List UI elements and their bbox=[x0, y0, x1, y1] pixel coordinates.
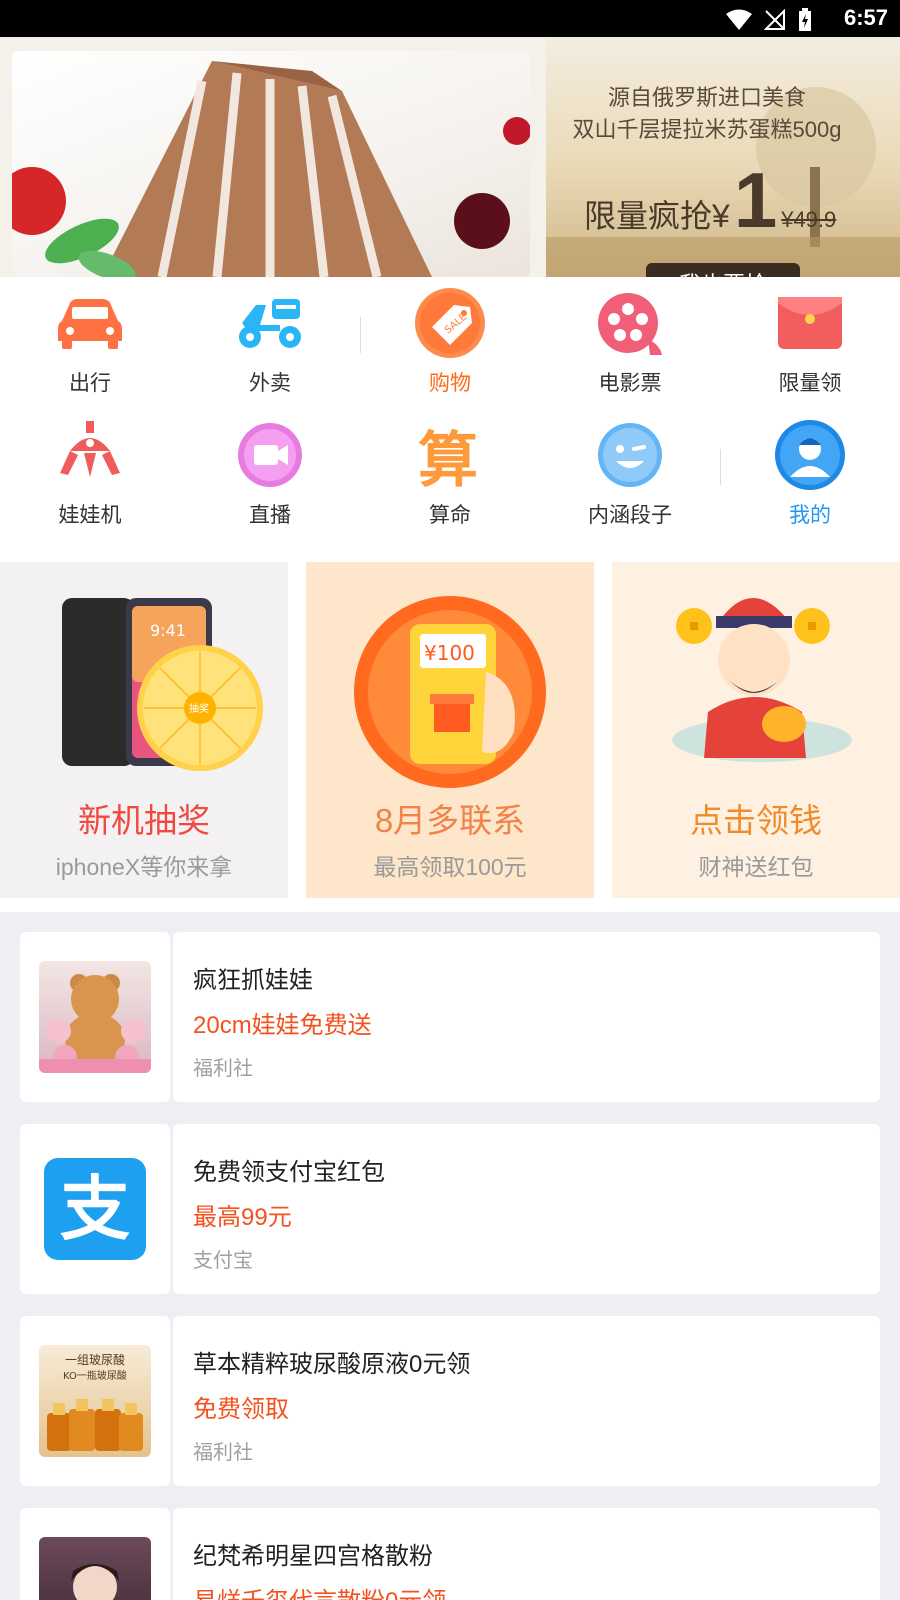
buy-button[interactable]: 我也要抢 bbox=[646, 263, 800, 277]
list-item-highlight: 最高99元 bbox=[193, 1204, 292, 1231]
clock: 6:57 bbox=[843, 5, 888, 30]
list-item-highlight: 20cm娃娃免费送 bbox=[193, 1012, 372, 1039]
celebrity-photo bbox=[39, 1537, 151, 1600]
grid-item-mine[interactable]: 我的 bbox=[720, 419, 900, 529]
svg-text:算: 算 bbox=[418, 426, 478, 489]
list-item-highlight: 易烊千玺代言散粉0元领 bbox=[193, 1581, 880, 1600]
fortune-icon: 算 bbox=[414, 419, 486, 491]
grid-label: 限量领 bbox=[778, 372, 842, 395]
alipay-logo: 支 bbox=[44, 1158, 146, 1260]
wheel-text: 抽奖 bbox=[189, 702, 209, 715]
grid-item-jokes[interactable]: 内涵段子 bbox=[540, 419, 720, 529]
no-signal-icon bbox=[764, 9, 785, 30]
list-item-thumb: 支 bbox=[20, 1124, 170, 1294]
banner-line-1: 源自俄罗斯进口美食 bbox=[607, 85, 806, 110]
promo-subtitle: 财神送红包 bbox=[698, 854, 814, 880]
grid-label: 外卖 bbox=[249, 372, 291, 395]
grid-item-fortune[interactable]: 算 算命 bbox=[360, 419, 540, 529]
old-price: ¥49.9 bbox=[781, 207, 837, 232]
list-item-source: 支付宝 bbox=[193, 1250, 253, 1272]
grid-item-travel[interactable]: 出行 bbox=[0, 287, 180, 397]
battery-charging-icon bbox=[799, 8, 811, 31]
list-item[interactable]: 疯狂抓娃娃 20cm娃娃免费送 福利社 bbox=[20, 932, 880, 1102]
car-icon bbox=[54, 287, 126, 359]
promo-title: 点击领钱 bbox=[690, 802, 822, 839]
list-item-title: 草本精粹玻尿酸原液0元领 bbox=[193, 1351, 471, 1378]
phone-wheel-image: 9:41 抽奖 bbox=[62, 598, 263, 771]
promo-card-lottery[interactable]: 9:41 抽奖 新机抽奖 iphoneX等你来拿 bbox=[0, 562, 288, 898]
grid-label: 出行 bbox=[69, 372, 111, 395]
list-item-title: 疯狂抓娃娃 bbox=[193, 967, 313, 994]
icon-grid: 出行 外卖 SALE 购物 电影票 限量领 娃娃机 直播 算 算命 内涵段子 我… bbox=[0, 277, 900, 562]
promo-subtitle: iphoneX等你来拿 bbox=[55, 854, 233, 880]
promo-card-contact[interactable]: ¥100 8月多联系 最高领取100元 bbox=[306, 562, 594, 898]
grid-item-takeout[interactable]: 外卖 bbox=[180, 287, 360, 397]
status-bar: 6:57 bbox=[0, 0, 900, 37]
list-item-content: 免费领支付宝红包 最高99元 支付宝 bbox=[173, 1124, 880, 1294]
grid-label: 内涵段子 bbox=[588, 504, 672, 527]
list-item-title: 免费领支付宝红包 bbox=[193, 1159, 385, 1186]
list-item-title: 纪梵希明星四宫格散粉 bbox=[193, 1543, 433, 1570]
grid-item-claw-machine[interactable]: 娃娃机 bbox=[0, 419, 180, 529]
scooter-icon bbox=[234, 287, 306, 359]
banner-price: 限量疯抢¥ 1 ¥49.9 bbox=[584, 161, 836, 239]
promo-title: 新机抽奖 bbox=[78, 802, 210, 839]
user-avatar-icon bbox=[774, 419, 846, 491]
grid-label: 电影票 bbox=[598, 372, 662, 395]
list-item-source: 福利社 bbox=[193, 1058, 253, 1080]
grid-label: 购物 bbox=[429, 372, 471, 395]
list-item-highlight: 免费领取 bbox=[193, 1396, 289, 1423]
fortune-god-image bbox=[672, 598, 852, 762]
list-item-content: 草本精粹玻尿酸原液0元领 免费领取 福利社 bbox=[173, 1316, 880, 1486]
grid-item-shopping[interactable]: SALE 购物 bbox=[360, 287, 540, 397]
grid-label: 我的 bbox=[789, 504, 831, 527]
grid-label: 娃娃机 bbox=[58, 504, 122, 527]
promo-banner[interactable]: 源自俄罗斯进口美食 双山千层提拉米苏蛋糕500g 限量疯抢¥ 1 ¥49.9 我… bbox=[0, 37, 900, 277]
coin-phone-image: ¥100 bbox=[354, 596, 546, 788]
promo-cards: 9:41 抽奖 新机抽奖 iphoneX等你来拿 ¥100 8月多联系 最高领取… bbox=[0, 562, 900, 912]
list-item-thumb: 一组玻尿酸 KO一瓶玻尿酸 bbox=[20, 1316, 170, 1486]
red-envelope-icon bbox=[774, 287, 846, 359]
list-item-content: 疯狂抓娃娃 20cm娃娃免费送 福利社 bbox=[173, 932, 880, 1102]
list-item-thumb bbox=[20, 1508, 170, 1600]
phone-time: 9:41 bbox=[150, 621, 186, 640]
smiley-icon bbox=[594, 419, 666, 491]
promo-title: 8月多联系 bbox=[374, 802, 526, 839]
promo-card-money[interactable]: 点击领钱 财神送红包 bbox=[612, 562, 900, 898]
banner-line-2: 双山千层提拉米苏蛋糕500g bbox=[572, 117, 842, 142]
amount-text: ¥100 bbox=[424, 641, 475, 665]
status-icons bbox=[726, 8, 812, 32]
grid-label: 算命 bbox=[429, 504, 471, 527]
grid-label: 直播 bbox=[249, 504, 291, 527]
wifi-icon bbox=[726, 9, 752, 30]
claw-machine-icon bbox=[54, 419, 126, 491]
list-item[interactable]: 纪梵希明星四宫格散粉 易烊千玺代言散粉0元领 bbox=[20, 1508, 880, 1600]
price-label: 限量疯抢¥ bbox=[584, 198, 730, 234]
list-item[interactable]: 支 免费领支付宝红包 最高99元 支付宝 bbox=[20, 1124, 880, 1294]
promo-subtitle: 最高领取100元 bbox=[373, 854, 527, 880]
film-reel-icon bbox=[594, 287, 666, 359]
teddy-bear-photo bbox=[39, 961, 151, 1073]
alipay-logo-text: 支 bbox=[60, 1168, 130, 1250]
price-value: 1 bbox=[733, 156, 778, 244]
cake-photo bbox=[12, 51, 530, 277]
list-item-source: 福利社 bbox=[193, 1442, 253, 1464]
serum-bottles-photo: 一组玻尿酸 KO一瓶玻尿酸 bbox=[39, 1345, 151, 1457]
list-item-content: 纪梵希明星四宫格散粉 易烊千玺代言散粉0元领 bbox=[173, 1508, 880, 1600]
list-item[interactable]: 一组玻尿酸 KO一瓶玻尿酸 草本精粹玻尿酸原液0元领 免费领取 福利社 bbox=[20, 1316, 880, 1486]
grid-item-movie-tickets[interactable]: 电影票 bbox=[540, 287, 720, 397]
feed-list: 疯狂抓娃娃 20cm娃娃免费送 福利社 支 免费领支付宝红包 最高99元 支付宝… bbox=[0, 912, 900, 1600]
banner-offer: 源自俄罗斯进口美食 双山千层提拉米苏蛋糕500g 限量疯抢¥ 1 ¥49.9 我… bbox=[546, 37, 900, 277]
grid-item-live[interactable]: 直播 bbox=[180, 419, 360, 529]
sale-tag-icon: SALE bbox=[414, 287, 486, 359]
list-item-thumb bbox=[20, 932, 170, 1102]
grid-item-limited[interactable]: 限量领 bbox=[720, 287, 900, 397]
video-camera-icon bbox=[234, 419, 306, 491]
